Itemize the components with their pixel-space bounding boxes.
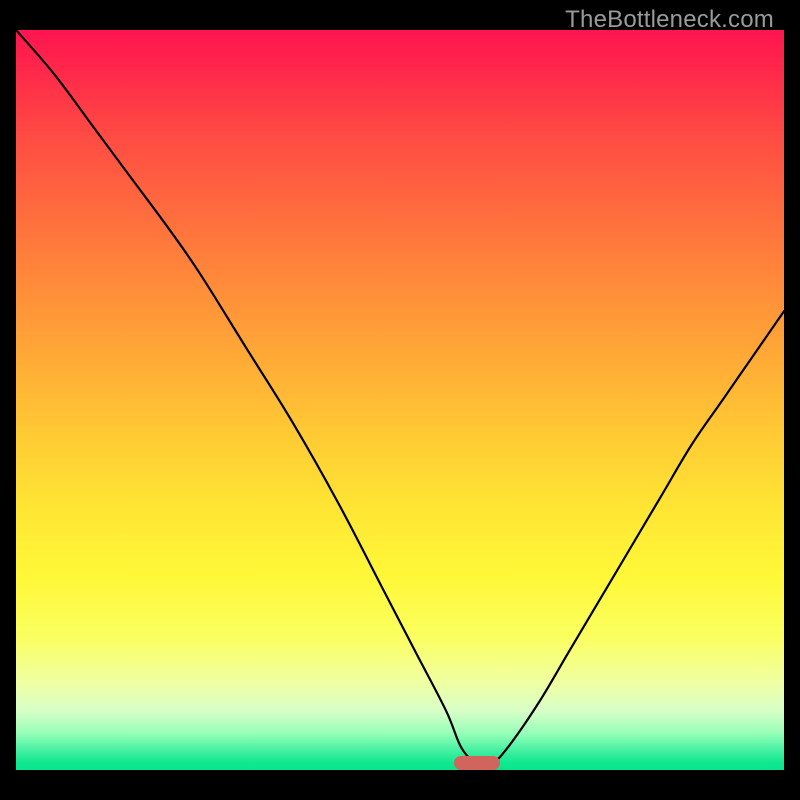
- chart-frame: TheBottleneck.com: [16, 2, 784, 782]
- optimum-marker: [454, 756, 500, 770]
- plot-area: [16, 30, 784, 770]
- bottleneck-curve: [16, 30, 784, 770]
